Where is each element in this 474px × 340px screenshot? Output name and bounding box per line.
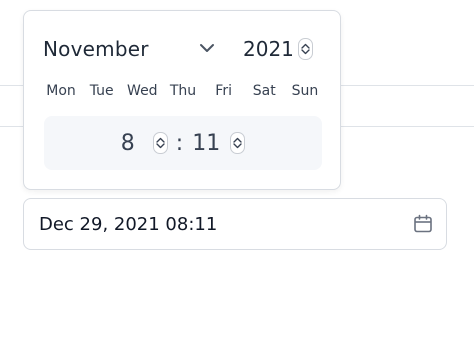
weekday-header-row: Mon Tue Wed Thu Fri Sat Sun [42,83,324,99]
chevron-down-icon[interactable] [199,42,215,54]
year-selector: 2021 [243,35,313,63]
weekday-label: Tue [89,83,114,99]
weekday-label: Wed [127,83,158,99]
datetime-picker-stage: November 2021 Mon Tue Wed Thu Fri Sat Su… [0,0,474,340]
chevron-down-icon[interactable] [233,143,242,149]
calendar-icon[interactable] [413,214,433,234]
weekday-label: Sun [291,83,319,99]
month-dropdown[interactable]: November [43,35,223,63]
time-row: 8 : 11 [44,116,322,170]
weekday-label: Thu [169,83,197,99]
year-stepper[interactable] [297,38,313,60]
month-label: November [43,37,149,61]
time-selector-panel: 8 : 11 [44,116,322,170]
time-separator: : [175,130,184,156]
year-label: 2021 [243,37,294,61]
weekday-label: Mon [46,83,76,99]
chevron-down-icon[interactable] [156,143,165,149]
minute-value: 11 [192,130,221,156]
hour-value: 8 [120,130,135,156]
weekday-label: Fri [215,83,232,99]
datetime-value[interactable]: Dec 29, 2021 08:11 [39,214,217,235]
minute-stepper[interactable] [230,132,246,154]
datetime-picker-popover: November 2021 Mon Tue Wed Thu Fri Sat Su… [23,10,341,190]
datetime-input-field[interactable]: Dec 29, 2021 08:11 [23,198,447,250]
hour-stepper[interactable] [152,132,168,154]
chevron-down-icon[interactable] [301,49,310,55]
weekday-label: Sat [252,83,276,99]
